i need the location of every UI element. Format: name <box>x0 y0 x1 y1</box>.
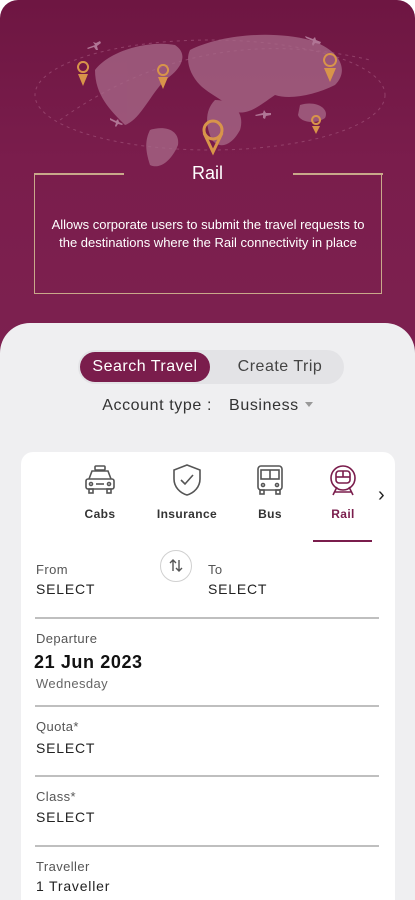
divider <box>35 775 379 777</box>
to-field[interactable]: SELECT <box>208 581 267 597</box>
swap-arrows-icon <box>169 558 182 572</box>
traveller-label: Traveller <box>36 859 90 874</box>
departure-date: 21 Jun 2023 <box>34 652 143 672</box>
world-map-illustration <box>34 34 386 167</box>
account-type-value: Business <box>229 397 299 414</box>
train-icon <box>330 465 356 496</box>
mode-bus[interactable]: Bus <box>243 463 297 543</box>
quota-label: Quota* <box>36 719 79 734</box>
departure-day: Wednesday <box>36 676 109 691</box>
account-type-dropdown[interactable]: Business <box>229 397 313 414</box>
active-mode-indicator <box>313 540 372 542</box>
to-label: To <box>208 562 223 577</box>
class-label: Class* <box>36 789 76 804</box>
caret-down-icon <box>304 402 313 407</box>
traveller-field[interactable]: 1 Traveller <box>36 878 110 894</box>
class-field[interactable]: SELECT <box>36 809 95 825</box>
page-title: Rail <box>191 163 223 183</box>
quota-field[interactable]: SELECT <box>36 740 95 756</box>
mode-cabs[interactable]: Cabs <box>70 463 130 543</box>
tab-search-travel[interactable]: Search Travel <box>80 352 210 382</box>
from-field[interactable]: SELECT <box>36 581 95 597</box>
hero-banner: Rail Allows corporate users to submit th… <box>0 0 415 360</box>
departure-field[interactable]: 21 Jun 2023 Wednesday <box>34 652 234 694</box>
hero-description: Allows corporate users to submit the tra… <box>51 217 365 250</box>
taxi-icon <box>85 465 115 494</box>
bus-icon <box>257 465 283 495</box>
account-type-row: Account type : Business <box>0 397 415 415</box>
mode-label-cabs: Cabs <box>84 507 116 521</box>
swap-button[interactable] <box>160 550 192 582</box>
mode-rail[interactable]: Rail <box>315 463 371 543</box>
travel-toggle: Search Travel Create Trip <box>78 350 344 384</box>
from-label: From <box>36 562 68 577</box>
mode-insurance[interactable]: Insurance <box>152 463 222 543</box>
divider <box>35 705 379 707</box>
mode-label-rail: Rail <box>331 507 355 521</box>
divider <box>35 617 379 619</box>
account-type-label: Account type : <box>102 397 212 414</box>
chevron-right-icon[interactable]: › <box>378 484 385 507</box>
tab-create-trip[interactable]: Create Trip <box>218 352 342 382</box>
mode-label-bus: Bus <box>258 507 282 521</box>
departure-label: Departure <box>36 631 98 646</box>
mode-label-insurance: Insurance <box>156 507 218 521</box>
shield-check-icon <box>173 464 201 496</box>
divider <box>35 845 379 847</box>
